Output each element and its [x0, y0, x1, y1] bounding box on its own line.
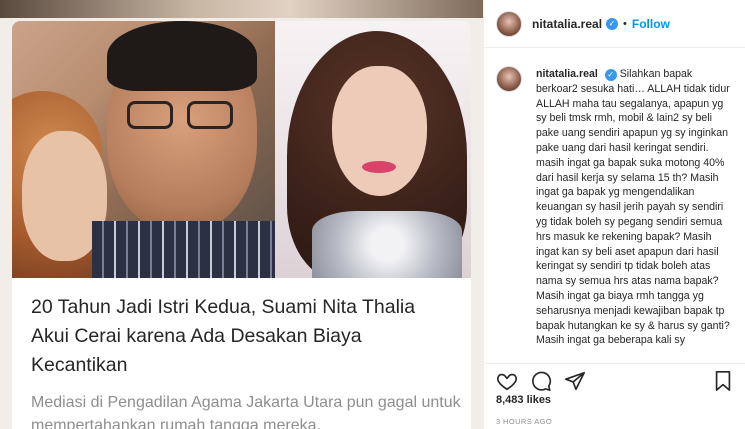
- action-bar: [484, 363, 745, 397]
- woman-right-dress: [312, 211, 462, 278]
- likes-count[interactable]: 8,483 likes: [496, 394, 551, 406]
- man-shirt: [92, 221, 275, 278]
- separator-dot: •: [623, 17, 627, 30]
- avatar[interactable]: [496, 10, 522, 37]
- article-photo: [12, 21, 471, 278]
- post-header: nitatalia.real ✓ • Follow: [484, 0, 745, 48]
- caption-verified-badge-icon: ✓: [604, 69, 617, 81]
- bookmark-icon[interactable]: [712, 370, 734, 392]
- news-article-card: 20 Tahun Jadi Istri Kedua, Suami Nita Th…: [12, 21, 471, 429]
- article-card-background: 20 Tahun Jadi Istri Kedua, Suami Nita Th…: [0, 18, 483, 429]
- username-link[interactable]: nitatalia.real: [532, 17, 602, 31]
- timestamp[interactable]: 3 HOURS AGO: [496, 417, 552, 426]
- woman-right-face: [332, 66, 427, 196]
- man-glasses: [127, 101, 237, 131]
- caption: nitatalia.real ✓ Silahkan bapak berkoar2…: [536, 67, 732, 348]
- follow-button[interactable]: Follow: [632, 17, 670, 31]
- caption-username[interactable]: nitatalia.real: [536, 68, 598, 80]
- caption-avatar[interactable]: [496, 66, 522, 92]
- man-hair: [107, 21, 257, 91]
- verified-badge-icon: ✓: [606, 17, 619, 30]
- comment-icon[interactable]: [530, 370, 552, 392]
- media-top-strip: [0, 0, 483, 18]
- woman-right-lips: [362, 161, 396, 173]
- heart-icon[interactable]: [496, 370, 518, 392]
- caption-text: Silahkan bapak berkoar2 sesuka hati… ALL…: [536, 68, 730, 347]
- post-viewer: 20 Tahun Jadi Istri Kedua, Suami Nita Th…: [0, 0, 745, 429]
- caption-area[interactable]: nitatalia.real ✓ Silahkan bapak berkoar2…: [484, 61, 745, 363]
- article-headline: 20 Tahun Jadi Istri Kedua, Suami Nita Th…: [31, 296, 416, 376]
- post-sidebar: nitatalia.real ✓ • Follow nitatalia.real…: [483, 0, 745, 429]
- article-lede: Mediasi di Pengadilan Agama Jakarta Utar…: [31, 394, 461, 429]
- share-icon[interactable]: [564, 370, 586, 392]
- post-media[interactable]: 20 Tahun Jadi Istri Kedua, Suami Nita Th…: [0, 0, 483, 429]
